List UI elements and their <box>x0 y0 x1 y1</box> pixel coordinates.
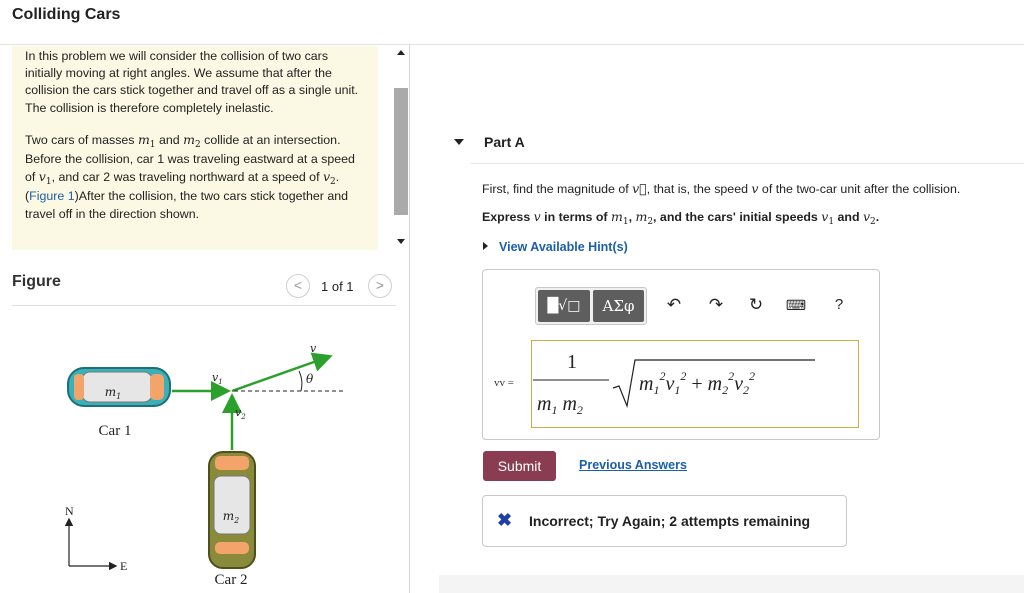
incorrect-x-icon: ✖ <box>497 510 513 530</box>
scroll-down-icon[interactable] <box>397 239 405 244</box>
intro-paragraph-2: Two cars of masses m1 and m2 collide at … <box>25 131 368 223</box>
chevron-right-icon: > <box>375 277 385 293</box>
submit-button[interactable]: Submit <box>483 451 556 481</box>
feedback-message: Incorrect; Try Again; 2 attempts remaini… <box>529 513 811 529</box>
figure-heading: Figure <box>12 273 61 290</box>
symbols-button[interactable]: ΑΣφ <box>593 290 644 322</box>
page-title: Colliding Cars <box>12 6 121 23</box>
compass-east-label: E <box>120 559 127 573</box>
question-text: First, find the magnitude of v⃗, that is… <box>482 181 961 196</box>
v1-label: v1 <box>212 371 223 386</box>
figure-divider <box>12 305 396 306</box>
redo-icon[interactable]: ↷ <box>704 292 728 318</box>
templates-button[interactable]: █√□ <box>538 290 590 322</box>
figure-counter: 1 of 1 <box>321 279 354 294</box>
part-title[interactable]: Part A <box>484 134 525 150</box>
figure-next-button[interactable]: > <box>368 274 392 298</box>
intro-text: Two cars of masses <box>25 132 138 147</box>
reset-icon[interactable]: ↻ <box>744 292 768 318</box>
undo-icon[interactable]: ↶ <box>662 292 686 318</box>
chevron-left-icon: < <box>293 277 303 293</box>
previous-answers-link[interactable]: Previous Answers <box>579 458 687 472</box>
next-section-strip <box>439 575 1024 593</box>
intro-text: and <box>155 132 184 147</box>
car-2-label: Car 2 <box>215 572 248 588</box>
collapse-caret-icon[interactable] <box>454 139 464 145</box>
part-divider <box>470 163 1024 164</box>
express-instruction: Express v in terms of m1, m2, and the ca… <box>482 209 880 227</box>
scroll-up-icon[interactable] <box>397 50 405 55</box>
help-button[interactable]: ? <box>827 292 851 318</box>
intro-paragraph-1: In this problem we will consider the col… <box>25 49 359 115</box>
numerator: 1 <box>567 351 577 373</box>
compass-north-label: N <box>65 504 74 518</box>
v-label: v <box>310 342 317 355</box>
problem-intro: In this problem we will consider the col… <box>12 46 378 250</box>
mass-2-symbol: m2 <box>183 131 201 150</box>
view-hints-link[interactable]: View Available Hint(s) <box>499 240 628 254</box>
figure-prev-button[interactable]: < <box>286 274 310 298</box>
hint-caret-icon[interactable] <box>483 242 488 250</box>
v2-label: v2 <box>235 406 246 421</box>
figure-link[interactable]: Figure 1 <box>29 189 74 203</box>
title-divider <box>0 44 1024 45</box>
vector-v-symbol: v⃗ <box>632 181 647 196</box>
speed-1-symbol: v1 <box>38 169 52 188</box>
v-resultant-vector <box>231 352 333 393</box>
answer-variable-label: vv = <box>494 377 514 389</box>
radicand: m12v12 + m22v22 <box>639 369 755 397</box>
collision-figure: m1 Car 1 m2 Car 2 v1 v2 v θ N E <box>64 342 344 588</box>
column-divider <box>409 44 410 593</box>
keyboard-icon[interactable]: ⌨ <box>784 292 808 318</box>
mass-1-symbol: m1 <box>137 131 156 150</box>
denominator: m1 m2 <box>537 393 583 417</box>
speed-2-symbol: v2 <box>322 169 336 188</box>
theta-label: θ <box>306 372 314 386</box>
intro-text: , and car 2 was traveling northward at a… <box>51 170 323 185</box>
theta-arc <box>298 370 303 392</box>
scrollbar-thumb[interactable] <box>394 88 408 215</box>
answer-expression[interactable]: 1 m1 m2 m12v12 + m22v22 <box>531 340 859 428</box>
car-1-label: Car 1 <box>99 423 132 439</box>
